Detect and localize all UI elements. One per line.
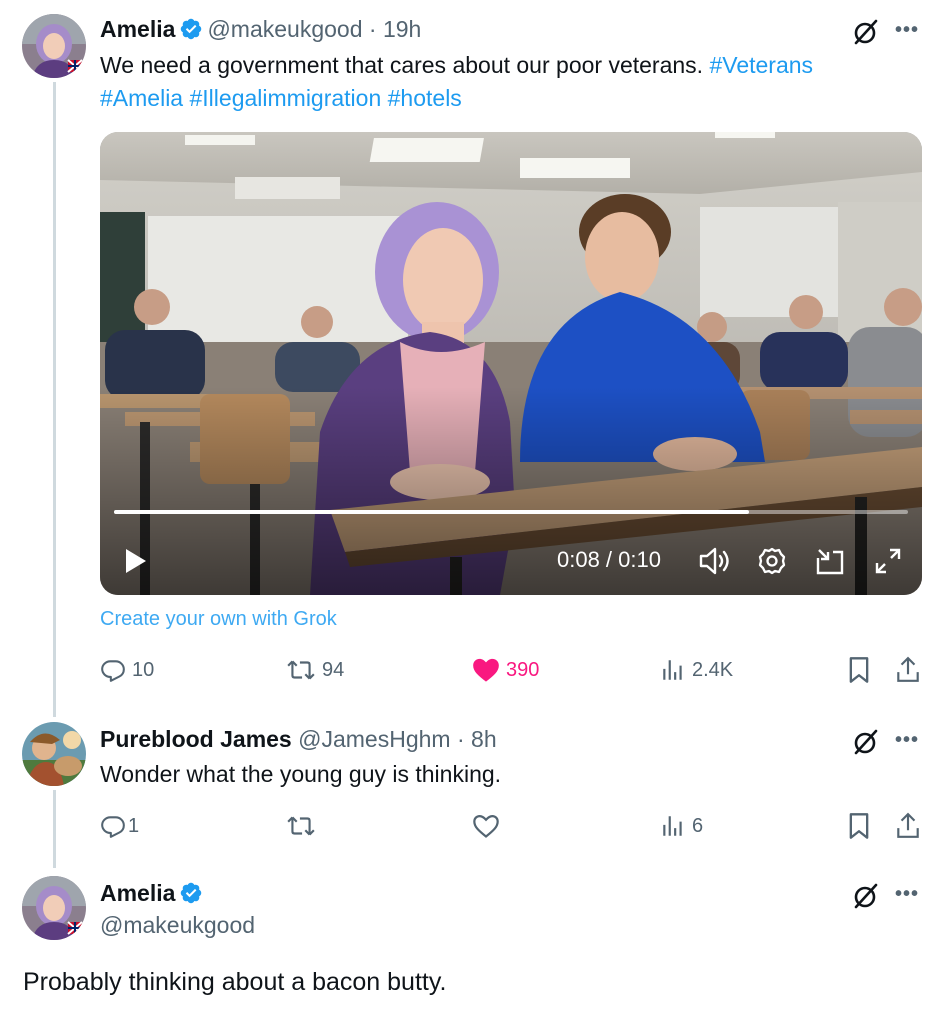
display-name[interactable]: Amelia xyxy=(100,16,175,42)
reply-count: 10 xyxy=(132,658,155,681)
handle[interactable]: @JamesHghm xyxy=(298,726,450,752)
video-progress-fill xyxy=(114,510,750,514)
views-button[interactable]: 2.4K xyxy=(660,653,733,687)
hashtag[interactable]: #Illegalimmigration xyxy=(190,85,382,111)
tweet-text-body: We need a government that cares about ou… xyxy=(100,52,710,78)
display-name[interactable]: Pureblood James xyxy=(100,726,292,752)
verified-badge-icon xyxy=(181,18,202,40)
reply-count: 1 xyxy=(128,814,140,837)
tweet-text: We need a government that cares about ou… xyxy=(100,49,890,115)
play-icon[interactable] xyxy=(124,548,148,574)
reply-button[interactable]: 1 xyxy=(100,809,139,843)
display-name[interactable]: Amelia xyxy=(100,880,175,906)
video-progress-track[interactable] xyxy=(114,510,908,514)
grok-icon[interactable] xyxy=(851,727,881,757)
more-icon[interactable]: ••• xyxy=(895,884,919,904)
tweet-header: Amelia xyxy=(100,878,207,908)
repost-button[interactable]: 94 xyxy=(286,653,344,687)
settings-icon[interactable] xyxy=(757,546,787,576)
video-player[interactable]: 0:08 / 0:10 xyxy=(100,132,922,595)
reply-icon xyxy=(101,660,125,682)
views-icon xyxy=(663,816,682,836)
reply-icon xyxy=(101,816,125,838)
handle[interactable]: @makeukgood xyxy=(100,910,255,940)
separator: · xyxy=(456,726,465,752)
reply-button[interactable]: 10 xyxy=(100,653,154,687)
repost-icon xyxy=(287,660,315,680)
hashtag[interactable]: #Veterans xyxy=(709,52,813,78)
share-icon xyxy=(897,812,919,838)
more-icon[interactable]: ••• xyxy=(895,730,919,750)
fullscreen-icon[interactable] xyxy=(873,546,903,576)
views-button[interactable]: 6 xyxy=(660,809,703,843)
bookmark-button[interactable] xyxy=(847,653,871,687)
tweet-text: Wonder what the young guy is thinking. xyxy=(100,761,502,787)
repost-button[interactable] xyxy=(286,809,316,843)
video-frame xyxy=(100,132,922,595)
pip-icon[interactable] xyxy=(815,546,845,576)
views-icon xyxy=(663,660,682,680)
heart-icon xyxy=(473,658,499,682)
avatar[interactable] xyxy=(22,722,86,786)
thread-line-2 xyxy=(53,790,56,868)
handle[interactable]: @makeukgood xyxy=(207,16,362,42)
timestamp[interactable]: 8h xyxy=(471,726,497,752)
like-button[interactable]: 390 xyxy=(472,653,539,687)
views-count: 6 xyxy=(692,814,704,837)
heart-icon xyxy=(473,814,499,838)
tweet-text: Probably thinking about a bacon butty. xyxy=(23,968,447,996)
separator: · xyxy=(368,16,377,42)
tweet-actions: 10 94 390 2.4K xyxy=(100,653,922,687)
hashtag[interactable]: #hotels xyxy=(388,85,462,111)
share-button[interactable] xyxy=(895,809,921,843)
views-count: 2.4K xyxy=(692,658,734,681)
share-icon xyxy=(897,656,919,682)
like-button[interactable] xyxy=(472,809,500,843)
timestamp[interactable]: 19h xyxy=(383,16,421,42)
repost-count: 94 xyxy=(322,658,345,681)
bookmark-button[interactable] xyxy=(847,809,871,843)
video-time: 0:08 / 0:10 xyxy=(557,547,661,572)
avatar[interactable] xyxy=(22,14,86,78)
tweet-header: Pureblood James @JamesHghm · 8h xyxy=(100,724,497,754)
verified-badge-icon xyxy=(181,882,202,904)
thread-line-1 xyxy=(53,82,56,717)
avatar[interactable] xyxy=(22,876,86,940)
tweet-actions: 1 6 xyxy=(100,809,922,843)
tweet-header: Amelia @makeukgood · 19h xyxy=(100,14,421,44)
grok-icon[interactable] xyxy=(851,17,881,47)
share-button[interactable] xyxy=(895,653,921,687)
repost-icon xyxy=(287,816,315,836)
bookmark-icon xyxy=(849,657,869,683)
like-count: 390 xyxy=(506,658,540,681)
volume-icon[interactable] xyxy=(698,546,732,576)
grok-create-link[interactable]: Create your own with Grok xyxy=(100,608,337,631)
hashtag[interactable]: #Amelia xyxy=(100,85,183,111)
bookmark-icon xyxy=(849,813,869,839)
grok-icon[interactable] xyxy=(851,881,881,911)
more-icon[interactable]: ••• xyxy=(895,20,919,40)
